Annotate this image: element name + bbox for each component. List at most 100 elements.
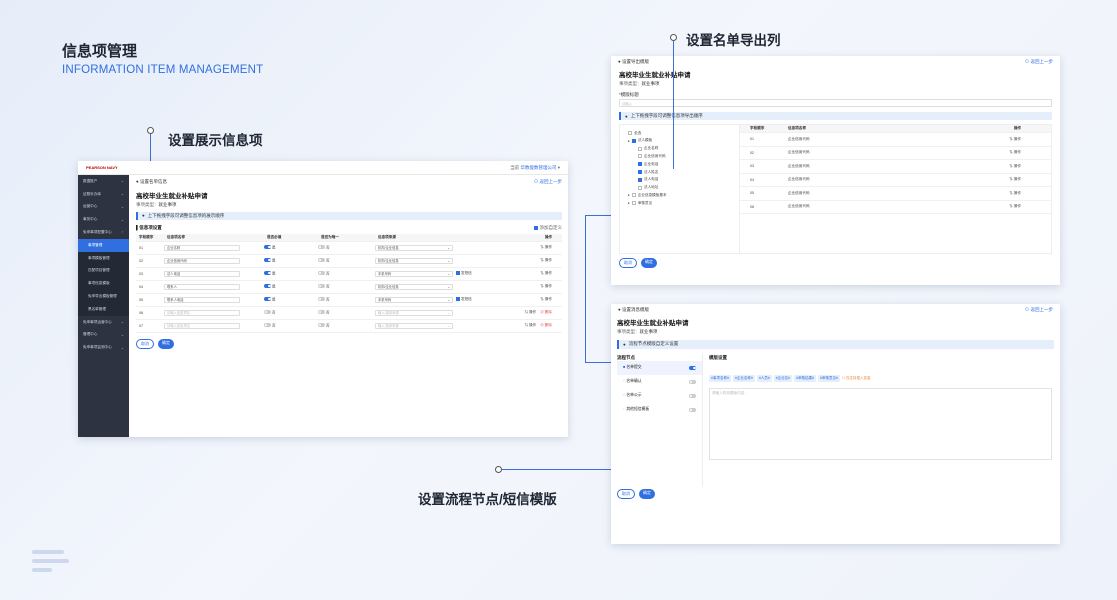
drag-handle[interactable]: ⇅ 操作 bbox=[524, 310, 536, 315]
tree-item[interactable]: ▸ 企业信息模板基本 bbox=[624, 192, 735, 200]
sidebar-item[interactable]: 匹配项目管理 bbox=[78, 264, 129, 278]
node-toggle[interactable] bbox=[689, 408, 696, 412]
flow-node[interactable]: ■ 名单提交 bbox=[617, 360, 702, 375]
sidebar-item[interactable]: 管理中心 ⌄ bbox=[78, 329, 129, 342]
unique-toggle[interactable] bbox=[318, 245, 325, 249]
drag-handle[interactable]: ⇅ 操作 bbox=[540, 271, 552, 276]
tree-checkbox[interactable] bbox=[631, 201, 636, 206]
field-name-input[interactable]: 法人电话 bbox=[164, 270, 240, 277]
tree-checkbox[interactable] bbox=[638, 154, 642, 159]
field-name-input[interactable]: 请输入信息项名 bbox=[164, 322, 240, 329]
unique-toggle[interactable] bbox=[318, 310, 325, 314]
required-toggle[interactable] bbox=[264, 245, 271, 249]
drag-handle[interactable]: ⇅ 操作 bbox=[1009, 137, 1051, 142]
field-name-input[interactable]: 企业信用代码 bbox=[164, 257, 240, 264]
required-toggle[interactable] bbox=[264, 310, 271, 314]
unique-toggle[interactable] bbox=[318, 297, 325, 301]
sidebar-item[interactable]: 免申导出模板管理 bbox=[78, 290, 129, 303]
source-select[interactable]: 手机号码 ⌄ bbox=[375, 270, 453, 277]
sidebar-item[interactable]: 事项信息模版 bbox=[78, 277, 129, 291]
cancel-button[interactable]: 取消 bbox=[619, 258, 637, 269]
node-toggle[interactable] bbox=[689, 380, 696, 384]
drag-handle[interactable]: ⇅ 操作 bbox=[540, 258, 552, 263]
confirm-button[interactable]: 确定 bbox=[641, 258, 657, 269]
field-name-input[interactable]: 联系人 bbox=[164, 283, 240, 290]
drag-handle[interactable]: ⇅ 操作 bbox=[524, 323, 536, 328]
sidebar-item[interactable]: 免申事项运营中心 ⌄ bbox=[78, 316, 129, 329]
drag-handle[interactable]: ⇅ 操作 bbox=[540, 284, 552, 289]
field-name-input[interactable]: 请输入信息项名 bbox=[164, 309, 240, 316]
variable-chip[interactable]: #审核意见# bbox=[818, 374, 840, 382]
required-toggle[interactable] bbox=[264, 323, 271, 327]
tree-item[interactable]: 法人地址 bbox=[624, 184, 735, 192]
source-select[interactable]: 手机号码 ⌄ bbox=[375, 296, 453, 303]
source-select[interactable]: 机构/企业信息 ⌄ bbox=[375, 257, 453, 264]
field-name-input[interactable]: 企业名称 bbox=[164, 244, 240, 251]
tree-item[interactable]: ▸ 法人模板 bbox=[624, 137, 735, 145]
sidebar-item[interactable]: 事项模板管理 bbox=[78, 251, 129, 265]
sms-template-textarea[interactable]: 请输入短信模版内容... bbox=[709, 387, 1052, 460]
template-title-input[interactable]: 请输入 bbox=[619, 99, 1052, 108]
tree-item[interactable]: 企业信用代码 bbox=[624, 153, 735, 161]
variable-chip[interactable]: #事项名称# bbox=[709, 374, 731, 382]
tree-item[interactable]: 企业电话 bbox=[624, 160, 735, 168]
unique-toggle[interactable] bbox=[318, 323, 325, 327]
sidebar-item[interactable]: 数据推户 ⌄ bbox=[78, 175, 129, 188]
flow-node[interactable]: □ 名单公示 bbox=[617, 389, 702, 403]
tree-item[interactable]: 全选 bbox=[624, 129, 735, 137]
sidebar-item[interactable]: 事务中心 ⌄ bbox=[78, 213, 129, 226]
add-custom-button[interactable]: 添加自定义 bbox=[534, 225, 562, 231]
required-toggle[interactable] bbox=[264, 297, 271, 301]
sidebar-item[interactable]: 证照补办库 ⌄ bbox=[78, 188, 129, 201]
source-select[interactable]: 机构/企业信息 ⌄ bbox=[375, 244, 453, 251]
sidebar-item[interactable]: 事项管理 bbox=[78, 238, 129, 252]
sms-flag[interactable]: 发短信 bbox=[456, 297, 472, 302]
sms-flag[interactable]: 发短信 bbox=[456, 271, 472, 276]
flow-node[interactable]: □ 其他短信模板 bbox=[617, 403, 702, 417]
tree-item[interactable]: 法人电话 bbox=[624, 176, 735, 184]
drag-handle[interactable]: ⇅ 操作 bbox=[1009, 164, 1051, 169]
unique-toggle[interactable] bbox=[318, 258, 325, 262]
drag-handle[interactable]: ⇅ 操作 bbox=[540, 297, 552, 302]
cancel-button[interactable]: 取消 bbox=[617, 488, 635, 499]
tree-checkbox[interactable] bbox=[631, 138, 636, 143]
variable-chip[interactable]: #人员# bbox=[756, 374, 772, 382]
required-toggle[interactable] bbox=[264, 271, 271, 275]
source-select[interactable]: 输入/选择来源 ⌄ bbox=[375, 322, 453, 329]
sidebar-item[interactable]: 黑名单管理 bbox=[78, 302, 129, 316]
delete-link[interactable]: ⊘ 删除 bbox=[540, 323, 552, 328]
tree-item[interactable]: 企业名称 bbox=[624, 145, 735, 153]
variable-chip[interactable]: #审核结果# bbox=[794, 374, 817, 382]
node-toggle[interactable] bbox=[689, 366, 696, 370]
unique-toggle[interactable] bbox=[318, 271, 325, 275]
company-switch[interactable]: 当前 华数能数管理公司 ▾ bbox=[510, 165, 560, 170]
node-toggle[interactable] bbox=[689, 394, 696, 398]
drag-handle[interactable]: ⇅ 操作 bbox=[1009, 191, 1051, 196]
required-toggle[interactable] bbox=[264, 258, 271, 262]
tree-checkbox[interactable] bbox=[638, 177, 642, 182]
delete-link[interactable]: ⊘ 删除 bbox=[540, 310, 552, 315]
tree-checkbox[interactable] bbox=[631, 193, 636, 198]
drag-handle[interactable]: ⇅ 操作 bbox=[540, 245, 552, 250]
tree-item[interactable]: ▸ 审核意见 bbox=[624, 199, 735, 207]
drag-handle[interactable]: ⇅ 操作 bbox=[1009, 204, 1051, 209]
confirm-button[interactable]: 确定 bbox=[158, 338, 174, 349]
cancel-button[interactable]: 取消 bbox=[136, 338, 154, 349]
tree-checkbox[interactable] bbox=[638, 185, 642, 190]
variable-chip[interactable]: #企业名称# bbox=[732, 374, 755, 382]
tree-checkbox[interactable] bbox=[638, 170, 642, 175]
tree-checkbox[interactable] bbox=[638, 146, 642, 151]
back-link[interactable]: ⊙ 返回上一步 bbox=[1025, 59, 1053, 64]
variable-chip[interactable]: #企业名# bbox=[773, 374, 793, 382]
required-toggle[interactable] bbox=[264, 284, 271, 288]
drag-handle[interactable]: ⇅ 操作 bbox=[1009, 150, 1051, 155]
tree-checkbox[interactable] bbox=[638, 162, 642, 167]
sidebar-item[interactable]: 免申事项配置中心 ⌃ bbox=[78, 226, 129, 239]
flow-node[interactable]: □ 名单确认 bbox=[617, 375, 702, 389]
back-link[interactable]: ⊙ 返回上一步 bbox=[534, 179, 562, 184]
source-select[interactable]: 机构/企业信息 ⌄ bbox=[375, 283, 453, 290]
tree-checkbox[interactable] bbox=[628, 131, 632, 136]
source-select[interactable]: 输入/选择来源 ⌄ bbox=[375, 309, 453, 316]
unique-toggle[interactable] bbox=[318, 284, 325, 288]
tree-item[interactable]: 法人姓名 bbox=[624, 168, 735, 176]
